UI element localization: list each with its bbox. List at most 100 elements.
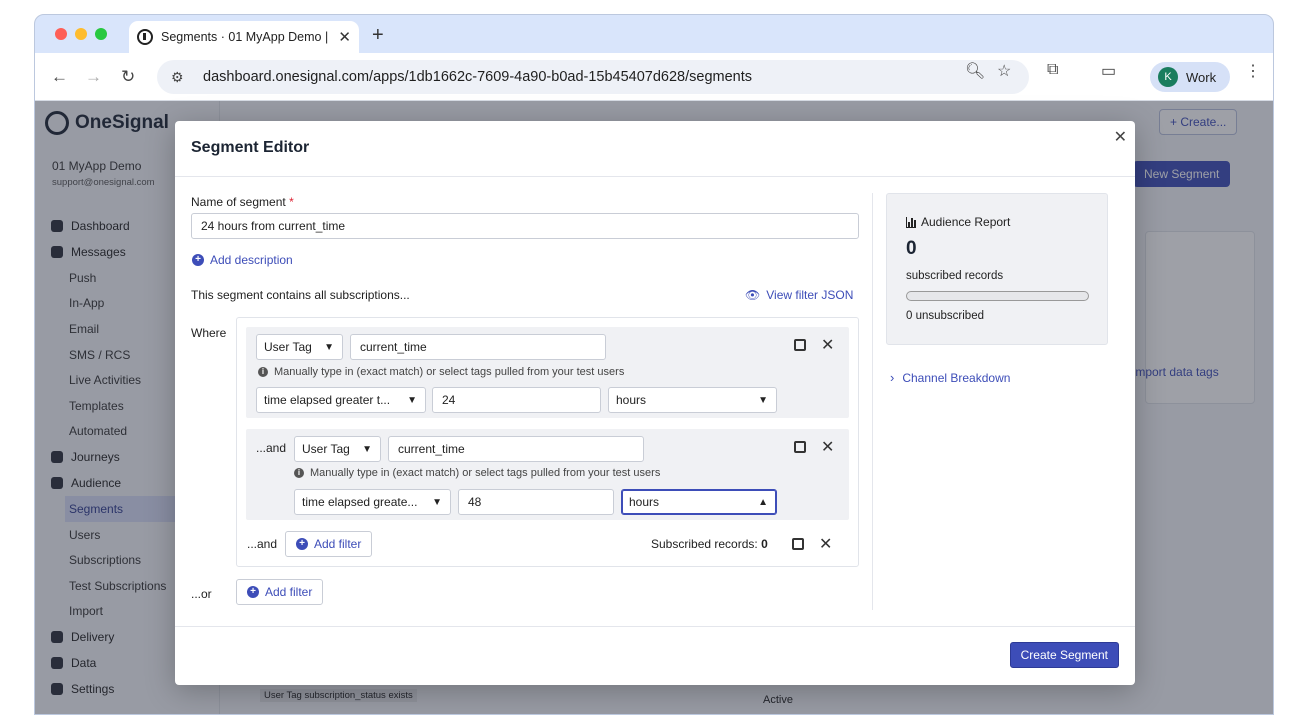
segment-name-input[interactable]: 24 hours from current_time bbox=[191, 213, 859, 239]
filter-card: User Tag ▼ current_time ✕ i Manually type… bbox=[246, 327, 849, 418]
operator-value: time elapsed greater t... bbox=[264, 393, 391, 407]
add-description-label: Add description bbox=[210, 253, 293, 267]
or-add-filter-label: Add filter bbox=[265, 585, 313, 599]
back-icon[interactable]: ← bbox=[51, 67, 68, 87]
filter-group: User Tag ▼ current_time ✕ i Manually type… bbox=[236, 317, 859, 567]
operator-select[interactable]: time elapsed greate... ▼ bbox=[294, 489, 451, 515]
tab-close-icon[interactable]: ✕ bbox=[338, 28, 351, 46]
view-json-label: View filter JSON bbox=[766, 288, 854, 302]
hint-text: Manually type in (exact match) or select… bbox=[310, 467, 661, 479]
unit-select[interactable]: hours ▼ bbox=[608, 387, 777, 413]
profile-button[interactable]: K Work bbox=[1150, 62, 1230, 92]
hint-text: Manually type in (exact match) or select… bbox=[274, 366, 625, 378]
subscribed-progress-bar bbox=[906, 291, 1089, 301]
remove-group-icon[interactable]: ✕ bbox=[819, 534, 832, 554]
browser-toolbar: ← → ↻ ⚙ dashboard.onesignal.com/apps/1db… bbox=[35, 53, 1273, 101]
unit-value: hours bbox=[616, 393, 647, 407]
onesignal-favicon-icon bbox=[137, 29, 153, 45]
or-add-filter-button[interactable]: + Add filter bbox=[236, 579, 324, 605]
zoom-icon[interactable]: 🔍︎ bbox=[965, 61, 985, 81]
close-icon[interactable]: ✕ bbox=[1114, 127, 1127, 147]
reload-icon[interactable]: ↻ bbox=[121, 67, 135, 87]
plus-circle-icon: + bbox=[247, 586, 259, 598]
filter-hint: i Manually type in (exact match) or sele… bbox=[294, 467, 660, 479]
browser-menu-icon[interactable]: ⋮ bbox=[1245, 61, 1261, 81]
new-tab-icon[interactable]: + bbox=[372, 24, 384, 47]
add-filter-button[interactable]: + Add filter bbox=[285, 531, 373, 557]
filter-card: ...and User Tag ▼ current_time ✕ i Manual… bbox=[246, 429, 849, 520]
tab-title: Segments · 01 MyApp Demo | bbox=[161, 30, 329, 44]
and-label: ...and bbox=[247, 537, 278, 551]
channel-breakdown-label: Channel Breakdown bbox=[902, 370, 1011, 385]
report-unsubscribed-text: 0 unsubscribed bbox=[906, 310, 984, 322]
maximize-window-button[interactable] bbox=[95, 28, 107, 40]
browser-tab[interactable]: Segments · 01 MyApp Demo | ✕ bbox=[129, 21, 359, 53]
add-description-link[interactable]: + Add description bbox=[192, 253, 293, 267]
segment-editor-modal: Segment Editor ✕ Name of segment * 24 ho… bbox=[175, 121, 1135, 685]
tag-key-input[interactable]: current_time bbox=[388, 436, 644, 462]
filter-type-value: User Tag bbox=[302, 442, 350, 456]
bookmark-star-icon[interactable]: ☆ bbox=[997, 61, 1011, 81]
segment-name-label-text: Name of segment bbox=[191, 195, 286, 209]
operator-select[interactable]: time elapsed greater t... ▼ bbox=[256, 387, 426, 413]
browser-window: Segments · 01 MyApp Demo | ✕ + ← → ↻ ⚙ d… bbox=[34, 14, 1274, 715]
filter-hint: i Manually type in (exact match) or sele… bbox=[258, 366, 624, 378]
subscribed-records: Subscribed records: 0 bbox=[651, 537, 768, 551]
report-count: 0 bbox=[906, 238, 917, 259]
filter-value-input[interactable]: 48 bbox=[458, 489, 614, 515]
filter-type-select[interactable]: User Tag ▼ bbox=[256, 334, 343, 360]
operator-value: time elapsed greate... bbox=[302, 495, 418, 509]
report-title-text: Audience Report bbox=[921, 215, 1011, 229]
tab-search-icon[interactable]: ▭ bbox=[1101, 61, 1116, 81]
remove-filter-icon[interactable]: ✕ bbox=[821, 437, 834, 457]
address-bar[interactable]: ⚙ dashboard.onesignal.com/apps/1db1662c-… bbox=[157, 60, 1029, 94]
filter-type-select[interactable]: User Tag ▼ bbox=[294, 436, 381, 462]
add-filter-label: Add filter bbox=[314, 537, 362, 551]
footer-divider bbox=[175, 626, 1135, 627]
where-label: Where bbox=[191, 326, 227, 340]
caret-down-icon: ▼ bbox=[324, 341, 334, 353]
minimize-window-button[interactable] bbox=[75, 28, 87, 40]
header-divider bbox=[175, 176, 1135, 177]
eye-icon: 👁︎ bbox=[745, 288, 761, 302]
filter-value-input[interactable]: 24 bbox=[432, 387, 601, 413]
column-divider bbox=[872, 193, 873, 610]
site-settings-icon[interactable]: ⚙ bbox=[171, 69, 193, 86]
report-title: Audience Report bbox=[906, 215, 1010, 229]
audience-report: Audience Report 0 subscribed records 0 u… bbox=[886, 193, 1108, 345]
close-window-button[interactable] bbox=[55, 28, 67, 40]
channel-breakdown-toggle[interactable]: › Channel Breakdown bbox=[890, 370, 1010, 385]
create-segment-button[interactable]: Create Segment bbox=[1009, 642, 1119, 668]
info-icon: i bbox=[258, 367, 268, 377]
report-subscribed-text: subscribed records bbox=[906, 270, 1004, 282]
or-label: ...or bbox=[191, 587, 212, 601]
caret-down-icon: ▼ bbox=[362, 443, 372, 455]
caret-down-icon: ▼ bbox=[432, 496, 442, 508]
filter-type-value: User Tag bbox=[264, 340, 312, 354]
caret-down-icon: ▼ bbox=[758, 394, 768, 406]
info-icon: i bbox=[294, 468, 304, 478]
profile-name: Work bbox=[1186, 69, 1217, 85]
remove-filter-icon[interactable]: ✕ bbox=[821, 335, 834, 355]
subscribed-records-value: 0 bbox=[761, 537, 768, 551]
avatar: K bbox=[1158, 67, 1178, 87]
required-marker: * bbox=[289, 195, 294, 209]
extensions-icon[interactable]: ⧉ bbox=[1047, 61, 1058, 79]
view-filter-json-link[interactable]: 👁︎ View filter JSON bbox=[745, 288, 853, 302]
tag-key-input[interactable]: current_time bbox=[350, 334, 606, 360]
plus-circle-icon: + bbox=[296, 538, 308, 550]
app-area: OneSignal 01 MyApp Demo support@onesigna… bbox=[35, 101, 1273, 714]
bar-chart-icon bbox=[906, 216, 916, 228]
unit-value: hours bbox=[629, 495, 660, 509]
caret-up-icon: ▲ bbox=[758, 496, 768, 508]
url-text: dashboard.onesignal.com/apps/1db1662c-76… bbox=[203, 69, 753, 85]
caret-down-icon: ▼ bbox=[407, 394, 417, 406]
contains-text: This segment contains all subscriptions.… bbox=[191, 288, 410, 302]
subscribed-records-label: Subscribed records: bbox=[651, 537, 758, 551]
modal-title: Segment Editor bbox=[191, 139, 310, 156]
forward-icon[interactable]: → bbox=[85, 67, 102, 87]
and-label: ...and bbox=[256, 441, 287, 455]
tab-bar: Segments · 01 MyApp Demo | ✕ + bbox=[35, 15, 1273, 53]
unit-select[interactable]: hours ▲ bbox=[621, 489, 777, 515]
segment-name-label: Name of segment * bbox=[191, 195, 294, 209]
